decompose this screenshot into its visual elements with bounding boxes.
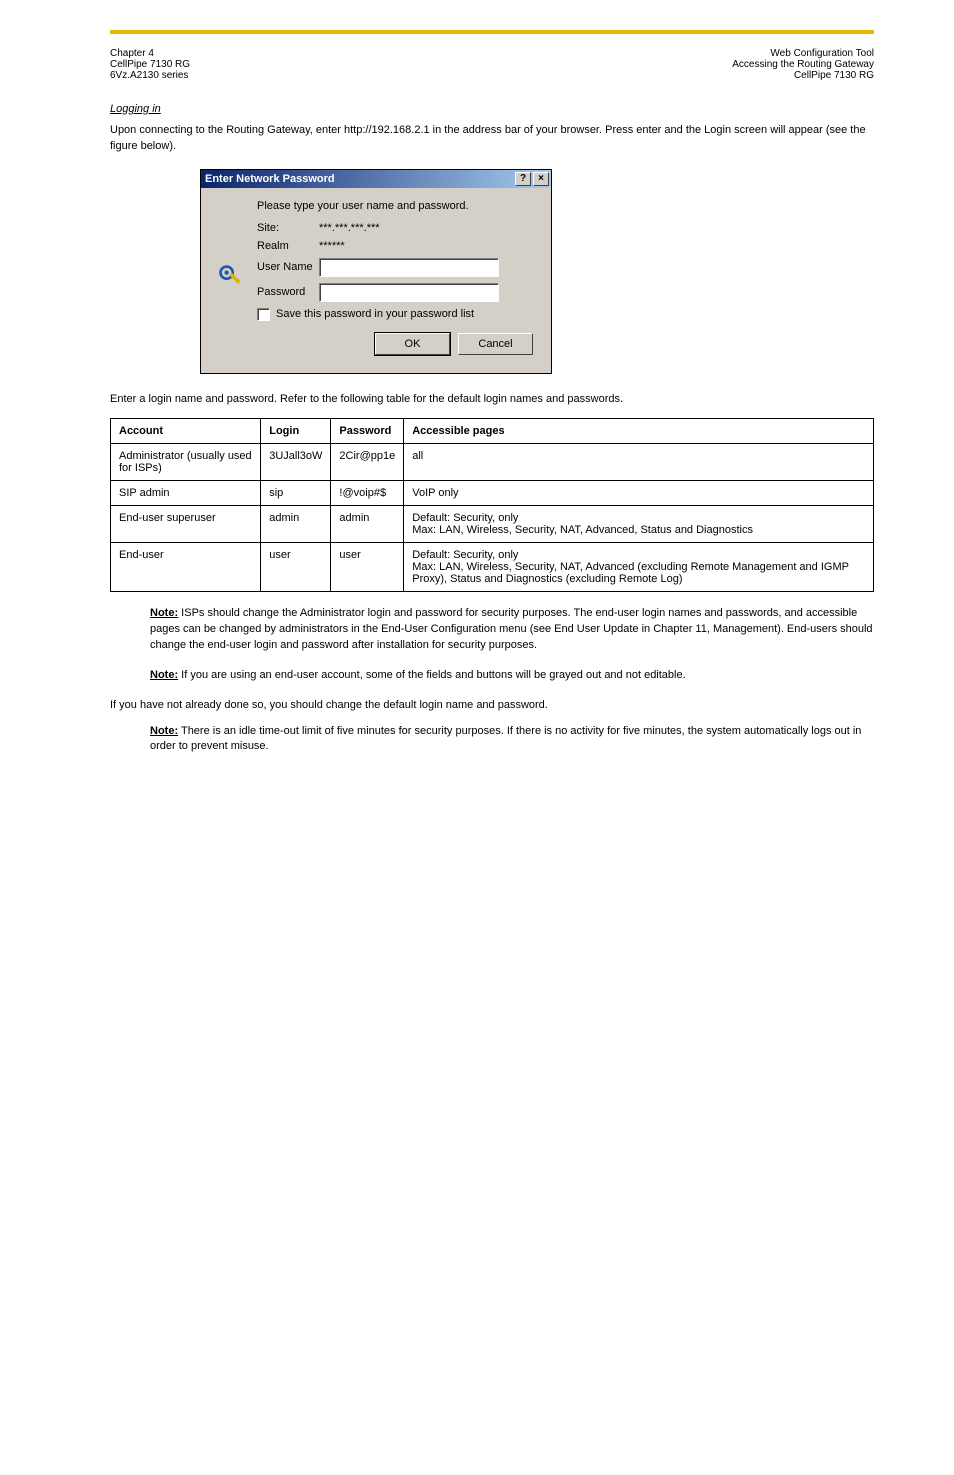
site-value: ***.***.***.*** [319,222,499,234]
close-button[interactable]: × [533,172,549,186]
save-password-checkbox[interactable] [257,308,270,321]
note-lead: Note: [150,725,178,737]
password-input[interactable] [319,283,499,302]
cell-password: !@voip#$ [331,480,404,505]
ok-button[interactable]: OK [375,333,450,355]
note-body: There is an idle time-out limit of five … [150,725,861,753]
header-right-2: Accessing the Routing Gateway [732,59,874,70]
realm-value: ****** [319,240,499,252]
cancel-button[interactable]: Cancel [458,333,533,355]
header-right-3: CellPipe 7130 RG [732,70,874,81]
password-dialog: Enter Network Password ? × Ple [200,169,552,374]
table-row: End-user superuser admin admin Default: … [111,505,874,542]
cell-account: SIP admin [111,480,261,505]
section-p2: Enter a login name and password. Refer t… [110,392,874,408]
post-note-paragraph: If you have not already done so, you sho… [110,698,874,714]
header-right-1: Web Configuration Tool [732,48,874,59]
username-input[interactable] [319,258,499,277]
cell-login: user [261,542,331,591]
cell-password: user [331,542,404,591]
username-label: User Name [257,261,319,273]
cell-login: sip [261,480,331,505]
header-left: Chapter 4 [110,48,190,59]
accounts-table: Account Login Password Accessible pages … [110,418,874,592]
cell-account: End-user superuser [111,505,261,542]
table-row: Administrator (usually used for ISPs) 3U… [111,443,874,480]
save-password-label: Save this password in your password list [276,308,474,320]
header-center-2: 6Vz.A2130 series [110,70,190,81]
header-center-1: CellPipe 7130 RG [110,59,190,70]
cell-login: 3UJall3oW [261,443,331,480]
th-account: Account [111,418,261,443]
note-2: Note: If you are using an end-user accou… [150,668,874,684]
header-rule [110,30,874,34]
th-pages: Accessible pages [404,418,874,443]
cell-password: admin [331,505,404,542]
cell-pages: VoIP only [404,480,874,505]
th-password: Password [331,418,404,443]
section-p1: Upon connecting to the Routing Gateway, … [110,123,874,155]
section-title-logging-in: Logging in [110,103,874,115]
page-header: Chapter 4 CellPipe 7130 RG 6Vz.A2130 ser… [110,48,874,81]
note-3: Note: There is an idle time-out limit of… [150,724,874,756]
cell-pages: all [404,443,874,480]
realm-label: Realm [257,240,319,252]
table-row: SIP admin sip !@voip#$ VoIP only [111,480,874,505]
cell-pages: Default: Security, only Max: LAN, Wirele… [404,505,874,542]
site-label: Site: [257,222,319,234]
password-label: Password [257,286,319,298]
key-icon [215,263,247,291]
th-login: Login [261,418,331,443]
table-header-row: Account Login Password Accessible pages [111,418,874,443]
cell-login: admin [261,505,331,542]
help-button[interactable]: ? [515,172,531,186]
cell-password: 2Cir@pp1e [331,443,404,480]
note-lead: Note: [150,669,178,681]
dialog-prompt: Please type your user name and password. [257,200,537,212]
note-lead: Note: [150,607,178,619]
note-body: ISPs should change the Administrator log… [150,607,873,651]
cell-pages: Default: Security, only Max: LAN, Wirele… [404,542,874,591]
note-body: If you are using an end-user account, so… [181,669,686,681]
dialog-titlebar: Enter Network Password ? × [201,170,551,188]
cell-account: End-user [111,542,261,591]
cell-account: Administrator (usually used for ISPs) [111,443,261,480]
note-1: Note: ISPs should change the Administrat… [150,606,874,654]
table-row: End-user user user Default: Security, on… [111,542,874,591]
dialog-title: Enter Network Password [205,173,513,185]
